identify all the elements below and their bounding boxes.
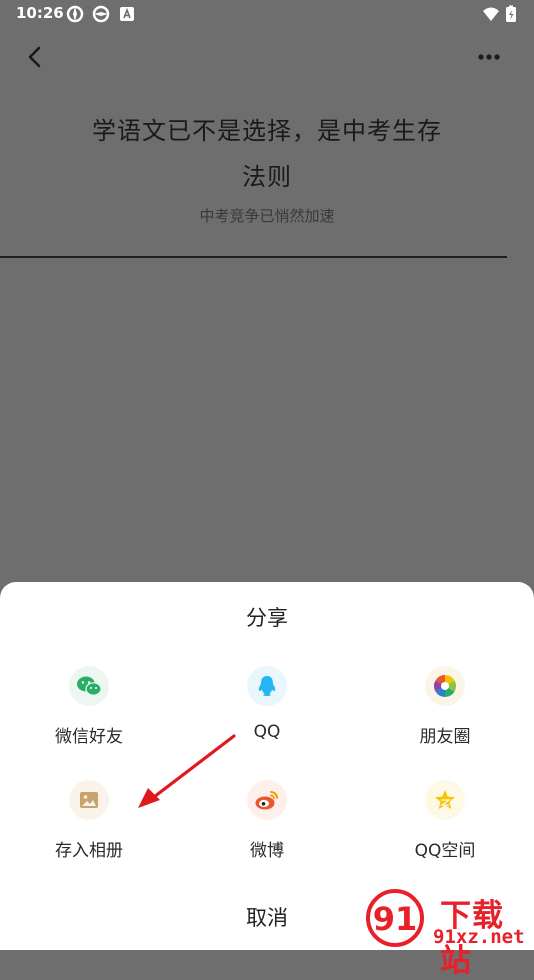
- divider: [0, 256, 507, 258]
- font-a-icon: [120, 7, 134, 21]
- qq-penguin-icon: [247, 666, 287, 706]
- battery-charging-icon: [506, 5, 516, 22]
- share-qzone[interactable]: QQ空间: [356, 780, 534, 890]
- status-time: 10:26: [16, 4, 64, 22]
- share-sheet-title: 分享: [246, 606, 288, 630]
- wifi-icon: [483, 7, 499, 21]
- app-notification-icon: [92, 5, 110, 23]
- watermark-logo-text: 91: [373, 900, 418, 938]
- watermark-url: 91xz.net: [433, 926, 525, 948]
- article-title-line: 法则: [242, 163, 292, 191]
- article-subtitle: 中考竞争已悄然加速: [199, 207, 335, 225]
- moments-aperture-icon: [425, 666, 465, 706]
- article-title: 学语文已不是选择，是中考生存 法则: [60, 108, 474, 200]
- photo-album-icon: [69, 780, 109, 820]
- share-item-label: 存入相册: [55, 841, 123, 861]
- qzone-star-icon: [425, 780, 465, 820]
- share-moments[interactable]: 朋友圈: [356, 666, 534, 776]
- share-item-label: QQ空间: [414, 841, 476, 861]
- share-item-label: 微博: [250, 841, 284, 861]
- status-bar: 10:26: [0, 0, 534, 28]
- weibo-icon: [247, 780, 287, 820]
- share-item-label: 朋友圈: [419, 727, 471, 747]
- chevron-left-icon[interactable]: [22, 44, 48, 70]
- app-notification-icon: [66, 5, 84, 23]
- article-title-line: 学语文已不是选择，是中考生存: [92, 117, 442, 145]
- more-dots-icon[interactable]: [472, 46, 506, 68]
- annotation-arrow-icon: [138, 734, 236, 808]
- wechat-icon: [69, 666, 109, 706]
